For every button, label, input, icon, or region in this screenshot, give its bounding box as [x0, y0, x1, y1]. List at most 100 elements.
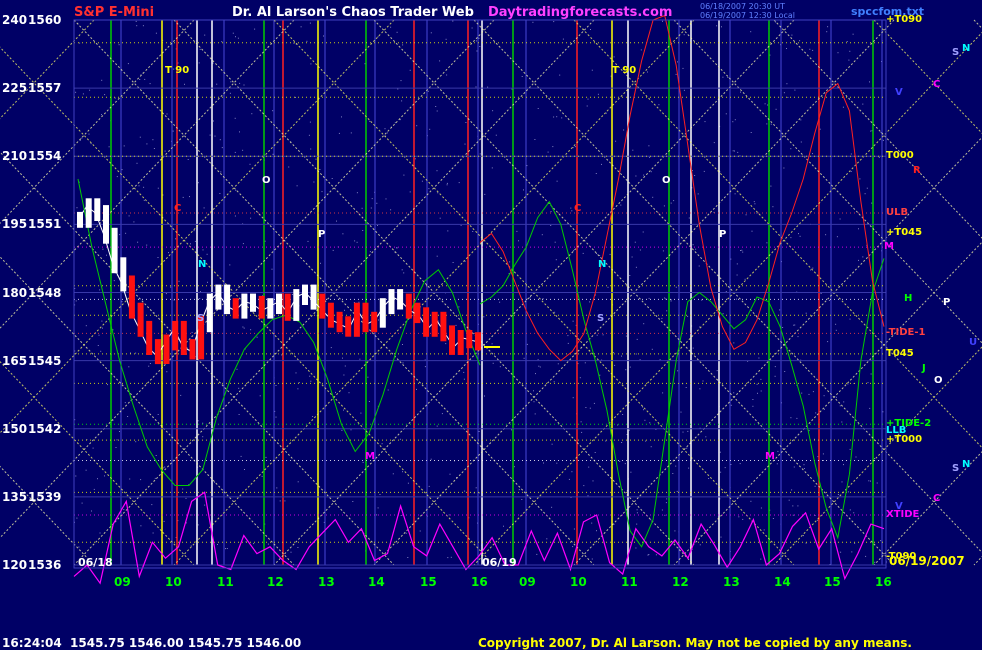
star-dot [772, 518, 774, 519]
planet-glyph: N [962, 43, 971, 54]
star-dot [403, 272, 405, 274]
star-dot [555, 259, 557, 261]
star-dot [513, 466, 515, 468]
star-dot [622, 414, 624, 415]
star-dot [447, 557, 449, 559]
price-bar [154, 339, 161, 365]
star-dot [362, 461, 364, 463]
price-bar [267, 298, 274, 319]
price-bar [137, 302, 144, 337]
chart-annotation: M [765, 451, 775, 462]
star-dot [116, 439, 118, 441]
star-dot [439, 217, 441, 219]
star-dot [556, 116, 558, 118]
star-dot [75, 91, 77, 93]
price-bar [449, 325, 455, 355]
price-bar [163, 334, 170, 364]
star-dot [767, 104, 769, 106]
star-dot [249, 163, 251, 165]
star-dot [734, 193, 736, 195]
star-dot [272, 110, 274, 112]
star-dot [770, 185, 772, 187]
star-dot [405, 532, 407, 534]
star-dot [663, 205, 665, 207]
star-dot [221, 147, 223, 149]
star-dot [567, 335, 569, 337]
star-dot [835, 396, 837, 398]
star-dot [275, 385, 277, 386]
price-bar [379, 298, 386, 328]
star-dot [573, 250, 574, 252]
star-dot [635, 175, 637, 177]
hour-tick-label: 11 [217, 575, 234, 589]
star-dot [568, 478, 570, 480]
star-dot [687, 315, 689, 317]
star-dot [313, 181, 315, 183]
star-dot [676, 490, 678, 492]
star-dot [827, 26, 829, 28]
star-dot [91, 510, 92, 512]
star-dot [101, 79, 103, 81]
star-dot [341, 429, 343, 431]
level-label: T045 [886, 347, 914, 359]
star-dot [724, 467, 726, 469]
star-dot [705, 436, 707, 438]
star-dot [471, 27, 473, 29]
chart-title: Dr. Al Larson's Chaos Trader Web [232, 5, 474, 20]
star-dot [153, 148, 155, 149]
star-dot [139, 79, 141, 80]
star-dot [862, 103, 864, 105]
star-dot [185, 497, 187, 499]
star-dot [843, 464, 844, 466]
star-dot [733, 392, 735, 394]
star-dot [787, 96, 789, 98]
star-dot [537, 108, 539, 109]
star-dot [237, 37, 239, 39]
star-dot [409, 191, 411, 193]
star-dot [279, 500, 281, 502]
star-dot [368, 401, 370, 402]
star-dot [629, 275, 631, 276]
star-dot [396, 542, 398, 544]
star-dot [644, 419, 646, 421]
star-dot [436, 425, 438, 427]
star-dot [101, 320, 103, 322]
level-label: T000 [886, 150, 914, 162]
star-dot [166, 113, 168, 115]
star-dot [567, 342, 569, 344]
star-dot [284, 500, 286, 502]
osc-tick-label: 195 [2, 217, 28, 232]
star-dot [446, 184, 448, 186]
star-dot [172, 130, 174, 132]
star-dot [632, 149, 634, 151]
star-dot [157, 187, 159, 189]
star-dot [108, 146, 110, 148]
star-dot [428, 188, 430, 190]
site-link[interactable]: Daytradingforecasts.com [488, 6, 672, 20]
star-dot [291, 294, 293, 295]
star-dot [837, 494, 839, 495]
star-dot [143, 186, 145, 188]
star-dot [190, 243, 191, 245]
star-dot [180, 394, 182, 396]
star-dot [855, 456, 857, 458]
star-dot [851, 551, 853, 553]
star-dot [407, 482, 409, 484]
star-dot [99, 532, 101, 534]
price-bar [440, 311, 447, 342]
star-dot [320, 262, 321, 264]
star-dot [803, 464, 805, 466]
star-dot [414, 158, 416, 160]
star-dot [288, 166, 290, 168]
star-dot [121, 301, 123, 303]
star-dot [119, 234, 121, 236]
star-dot [791, 34, 793, 36]
star-dot [592, 480, 594, 482]
star-dot [341, 116, 342, 118]
price-bar [215, 284, 222, 310]
star-dot [460, 224, 462, 226]
star-dot [239, 82, 241, 84]
star-dot [125, 232, 127, 234]
star-dot [651, 348, 653, 350]
star-dot [465, 122, 467, 123]
